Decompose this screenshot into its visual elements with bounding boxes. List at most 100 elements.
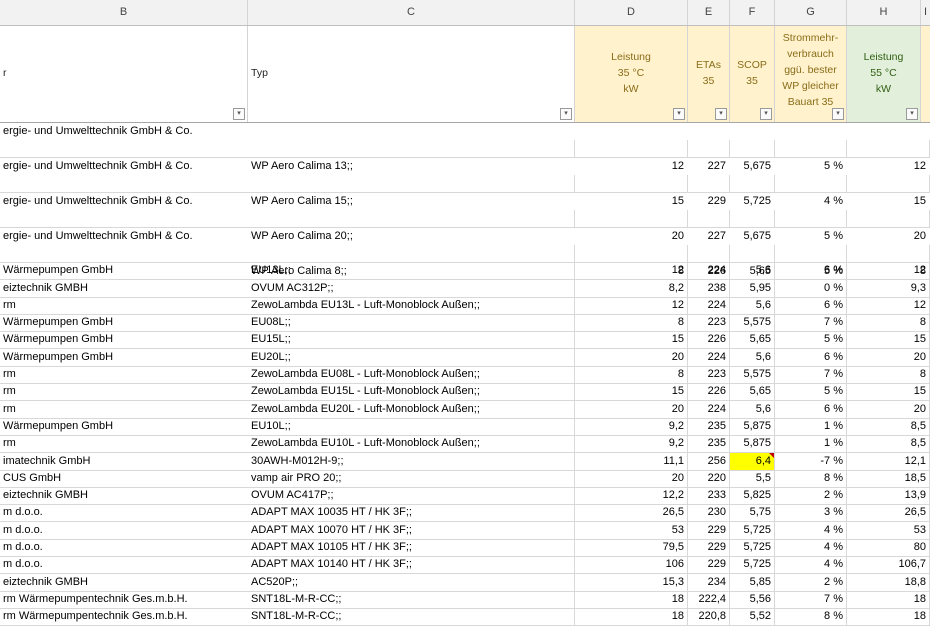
cell-power-55[interactable]: 80 [847,539,930,557]
cell-scop-35[interactable]: 5,65 [730,245,775,277]
filter-dropdown-icon[interactable]: ▾ [560,108,572,120]
cell-scop-35[interactable]: 5,65 [730,331,775,349]
cell-manufacturer[interactable]: ergie- und Umwelttechnik GmbH & Co. [0,123,193,140]
table-row[interactable]: m d.o.o. ADAPT MAX 10105 HT / HK 3F;; 79,5… [0,539,930,558]
cell-etas-35[interactable]: 229 [688,539,730,557]
cell-scop-35[interactable]: 5,575 [730,366,775,384]
cell-power-55[interactable]: 8 [847,245,930,277]
cell-power-55[interactable]: 106,7 [847,556,930,574]
cell-etas-35[interactable]: 238 [688,279,730,297]
cell-extra-consumption[interactable]: 2 % [775,487,847,505]
cell-etas-35[interactable]: 256 [688,452,730,470]
table-row[interactable]: eiztechnik GMBH OVUM AC312P;; 8,2 238 5,95 0 … [0,279,930,298]
cell-extra-consumption[interactable]: 5 % [775,331,847,349]
cell-scop-35[interactable]: 5,56 [730,590,775,608]
cell-type[interactable]: ADAPT MAX 10070 HT / HK 3F;; [248,521,575,539]
cell-etas-35[interactable]: 233 [688,487,730,505]
cell-scop-35[interactable]: 5,6 [730,348,775,366]
cell-power-55[interactable]: 53 [847,521,930,539]
table-row[interactable]: rm ZewoLambda EU13L - Luft-Monoblock Auße… [0,296,930,315]
column-header-g[interactable]: G [775,0,847,25]
cell-manufacturer[interactable]: rm Wärmepumpentechnik Ges.m.b.H. [0,608,248,625]
column-header-i[interactable]: I [921,0,930,25]
cell-power-55[interactable]: 15 [847,175,930,207]
cell-scop-35[interactable]: 5,675 [730,210,775,242]
cell-manufacturer[interactable]: Wärmepumpen GmbH [0,314,248,331]
cell-power-55[interactable]: 9,3 [847,279,930,297]
cell-manufacturer[interactable]: ergie- und Umwelttechnik GmbH & Co. [0,228,193,245]
cell-power-55[interactable]: 18 [847,590,930,608]
cell-power-35[interactable]: 15,3 [575,573,688,591]
column-header-d[interactable]: D [575,0,688,25]
cell-power-35[interactable]: 12 [575,140,688,172]
cell-manufacturer[interactable]: eiztechnik GMBH [0,280,248,297]
cell-power-55[interactable]: 8 [847,314,930,332]
cell-extra-consumption[interactable]: 5 % [775,245,847,277]
filter-dropdown-icon[interactable]: ▾ [906,108,918,120]
cell-type[interactable]: AC520P;; [248,573,575,591]
cell-manufacturer[interactable]: ergie- und Umwelttechnik GmbH & Co. [0,158,193,175]
cell-type[interactable]: ZewoLambda EU08L - Luft-Monoblock Außen;… [248,366,575,384]
cell-etas-35[interactable]: 227 [688,140,730,172]
table-row[interactable]: imatechnik GmbH 30AWH-M012H-9;; 11,1 256 6,4… [0,452,930,471]
table-row[interactable]: rm ZewoLambda EU15L - Luft-Monoblock Auße… [0,383,930,402]
cell-manufacturer[interactable]: rm [0,401,248,418]
cell-etas-35[interactable]: 226 [688,331,730,349]
cell-power-35[interactable]: 12 [575,296,688,314]
cell-extra-consumption[interactable]: 7 % [775,590,847,608]
cell-manufacturer[interactable]: eiztechnik GMBH [0,574,248,591]
table-row[interactable]: rm ZewoLambda EU08L - Luft-Monoblock Auße… [0,366,930,385]
cell-etas-35[interactable]: 229 [688,556,730,574]
cell-type[interactable]: ADAPT MAX 10140 HT / HK 3F;; [248,556,575,574]
cell-type[interactable]: WP Aero Calima 15;; [248,175,575,207]
cell-extra-consumption[interactable]: 5 % [775,210,847,242]
cell-extra-consumption[interactable]: 7 % [775,366,847,384]
table-row[interactable]: Wärmepumpen GmbH EU08L;; 8 223 5,575 7 % 8 [0,314,930,333]
cell-manufacturer[interactable]: m d.o.o. [0,539,248,556]
cell-power-55[interactable]: 18,8 [847,573,930,591]
cell-scop-35[interactable]: 5,825 [730,487,775,505]
table-row[interactable]: ergie- und Umwelttechnik GmbH & Co. WP Ae… [0,228,930,277]
cell-power-35[interactable]: 12 [575,262,688,280]
cell-manufacturer[interactable]: eiztechnik GMBH [0,487,248,504]
cell-type[interactable]: vamp air PRO 20;; [248,469,575,487]
cell-manufacturer[interactable]: Wärmepumpen GmbH [0,349,248,366]
table-row[interactable]: eiztechnik GMBH OVUM AC417P;; 12,2 233 5,825… [0,487,930,506]
cell-etas-35[interactable]: 224 [688,400,730,418]
cell-etas-35[interactable]: 235 [688,417,730,435]
cell-extra-consumption[interactable]: 5 % [775,383,847,401]
cell-type[interactable]: EU10L;; [248,417,575,435]
cell-power-55[interactable]: 20 [847,348,930,366]
cell-power-55[interactable]: 8,5 [847,435,930,453]
cell-power-55[interactable]: 15 [847,331,930,349]
table-row[interactable]: CUS GmbH vamp air PRO 20;; 20 220 5,5 8 % 18,5 [0,469,930,488]
cell-extra-consumption[interactable]: 6 % [775,296,847,314]
cell-scop-35[interactable]: 5,725 [730,539,775,557]
cell-extra-consumption[interactable]: 4 % [775,175,847,207]
cell-power-35[interactable]: 9,2 [575,435,688,453]
cell-etas-35[interactable]: 230 [688,504,730,522]
table-row[interactable]: Wärmepumpen GmbH EU15L;; 15 226 5,65 5 % 15 [0,331,930,350]
cell-power-35[interactable]: 18 [575,590,688,608]
cell-scop-35[interactable]: 5,65 [730,383,775,401]
cell-extra-consumption[interactable]: 6 % [775,262,847,280]
table-row[interactable]: Wärmepumpen GmbH EU20L;; 20 224 5,6 6 % 20 [0,348,930,367]
cell-etas-35[interactable]: 229 [688,521,730,539]
cell-etas-35[interactable]: 224 [688,348,730,366]
cell-scop-35[interactable]: 5,6 [730,296,775,314]
filter-dropdown-icon[interactable]: ▾ [760,108,772,120]
cell-power-35[interactable]: 8 [575,314,688,332]
cell-manufacturer[interactable]: m d.o.o. [0,522,248,539]
filter-dropdown-icon[interactable]: ▾ [832,108,844,120]
table-row[interactable]: rm Wärmepumpentechnik Ges.m.b.H. SNT18L-M… [0,608,930,626]
cell-etas-35[interactable]: 222,4 [688,590,730,608]
cell-scop-35[interactable]: 5,875 [730,435,775,453]
cell-extra-consumption[interactable]: 4 % [775,539,847,557]
cell-scop-35[interactable]: 5,52 [730,608,775,626]
cell-type[interactable]: EU13L;; [248,262,575,280]
cell-type[interactable]: ZewoLambda EU10L - Luft-Monoblock Außen;… [248,435,575,453]
table-row[interactable]: m d.o.o. ADAPT MAX 10070 HT / HK 3F;; 53 22… [0,521,930,540]
table-row[interactable]: m d.o.o. ADAPT MAX 10035 HT / HK 3F;; 26,5… [0,504,930,523]
cell-power-55[interactable]: 20 [847,400,930,418]
cell-manufacturer[interactable]: ergie- und Umwelttechnik GmbH & Co. [0,193,193,210]
